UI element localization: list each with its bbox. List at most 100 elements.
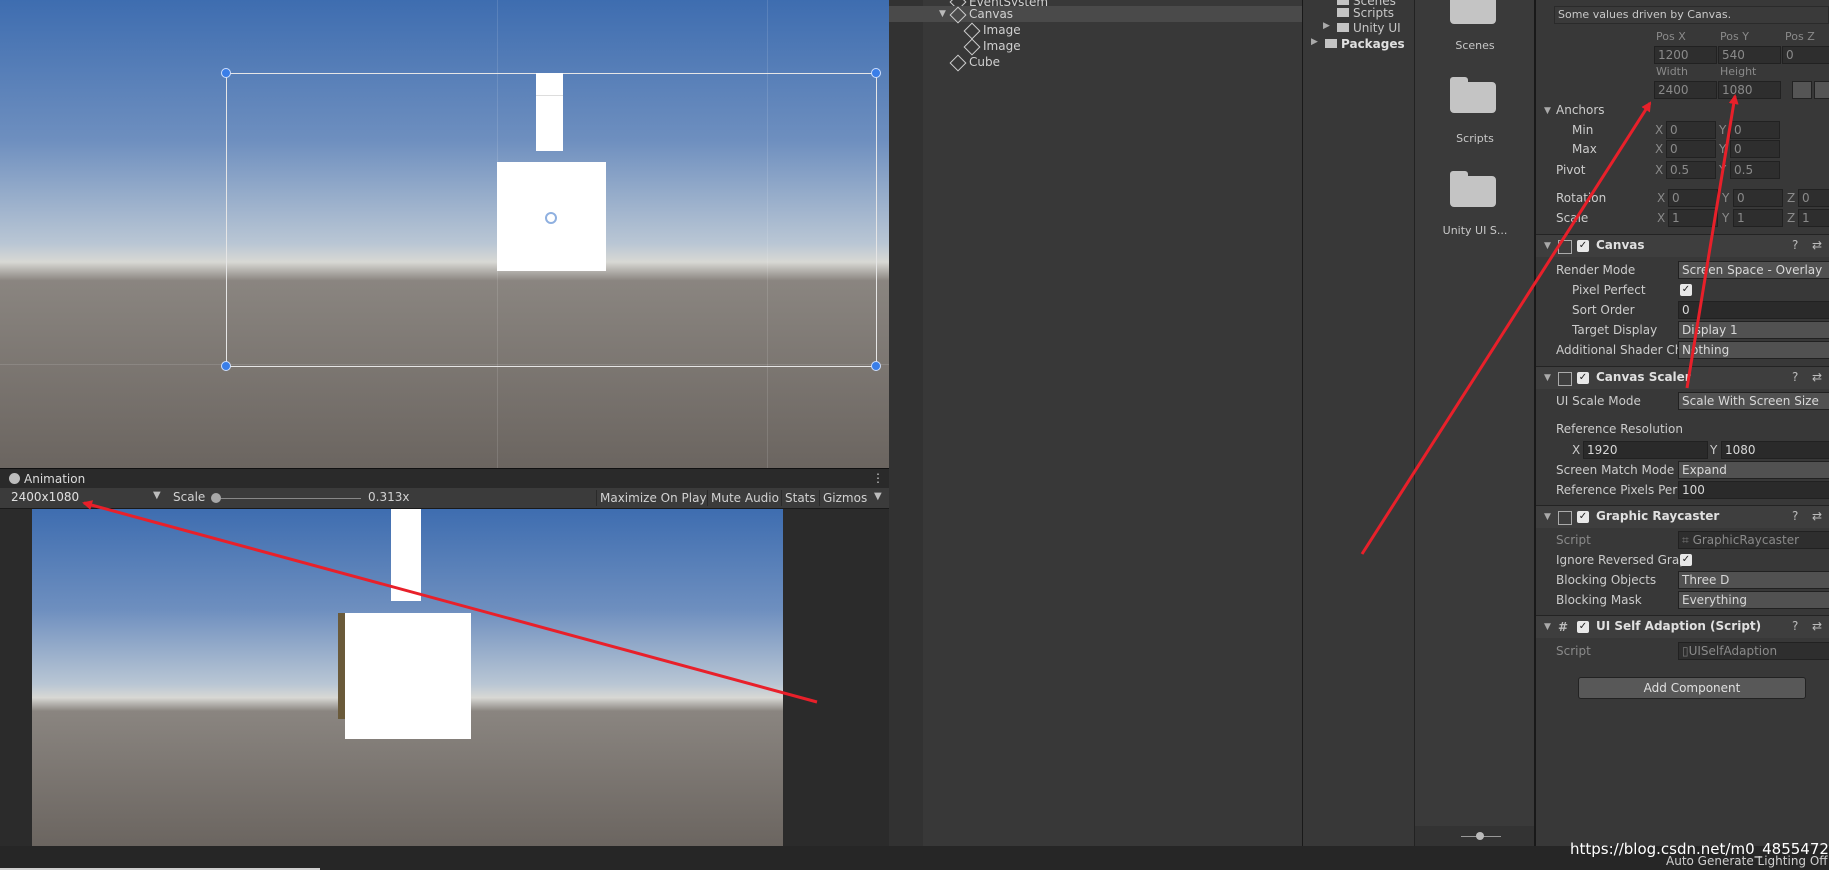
blocking-mask-label: Blocking Mask xyxy=(1556,593,1642,607)
pos-z-field[interactable]: 0 xyxy=(1782,46,1829,64)
reference-pixels-label: Reference Pixels Per xyxy=(1556,483,1678,497)
blocking-mask-dropdown[interactable]: Everything xyxy=(1678,591,1829,609)
height-field[interactable]: 1080 xyxy=(1718,81,1781,99)
additional-shader-label: Additional Shader Ch xyxy=(1556,343,1683,357)
gizmos-dropdown-icon[interactable]: ▼ xyxy=(874,491,882,502)
target-display-dropdown[interactable]: Display 1 xyxy=(1678,321,1829,339)
expand-triangle-icon[interactable]: ▶ xyxy=(1323,21,1330,31)
ui-self-adaption-component-header[interactable]: ▼ # ✓ UI Self Adaption (Script) ? ⇄ xyxy=(1536,615,1829,638)
reference-pixels-field[interactable]: 100 xyxy=(1678,481,1829,499)
anchor-min-x-field[interactable]: 0 xyxy=(1666,121,1716,139)
settings-icon[interactable]: ⇄ xyxy=(1812,619,1822,633)
pixel-perfect-checkbox[interactable]: ✓ xyxy=(1680,284,1692,296)
kebab-menu-icon[interactable]: ⋮ xyxy=(872,471,884,485)
anchor-min-y-field[interactable]: 0 xyxy=(1730,121,1780,139)
raycaster-script-field[interactable]: ⌗ GraphicRaycaster xyxy=(1678,531,1829,549)
reference-y-field[interactable]: 1080 xyxy=(1721,441,1829,459)
expand-triangle-icon[interactable]: ▼ xyxy=(939,6,946,22)
hierarchy-item-image[interactable]: Image xyxy=(889,22,1302,40)
blocking-objects-dropdown[interactable]: Three D xyxy=(1678,571,1829,589)
project-tree-item-unity-ui[interactable]: ▶ Unity UI Sa xyxy=(1323,21,1415,35)
game-view-toolbar: 2400x1080 ▼ Scale 0.313x Maximize On Pla… xyxy=(0,488,889,509)
chevron-down-icon[interactable]: ▼ xyxy=(153,490,161,501)
maximize-on-play-button[interactable]: Maximize On Play xyxy=(596,490,710,506)
help-icon[interactable]: ? xyxy=(1792,238,1798,252)
animation-tab-label[interactable]: Animation xyxy=(24,472,85,486)
reference-x-field[interactable]: 1920 xyxy=(1583,441,1708,459)
scale-y-field[interactable]: 1 xyxy=(1733,209,1783,227)
scale-slider-thumb[interactable] xyxy=(211,493,221,503)
canvas-enabled-checkbox[interactable]: ✓ xyxy=(1577,240,1589,252)
additional-shader-dropdown[interactable]: Nothing xyxy=(1678,341,1829,359)
render-mode-dropdown[interactable]: Screen Space - Overlay xyxy=(1678,261,1829,279)
scale-z-field[interactable]: 1 xyxy=(1798,209,1829,227)
expand-triangle-icon[interactable]: ▶ xyxy=(1311,37,1318,47)
expand-triangle-icon[interactable]: ▼ xyxy=(1544,512,1551,522)
help-icon[interactable]: ? xyxy=(1792,619,1798,633)
sort-order-field[interactable]: 0 xyxy=(1678,301,1829,319)
hierarchy-item-label: Cube xyxy=(969,55,1000,69)
zoom-slider-thumb[interactable] xyxy=(1476,832,1484,840)
resolution-dropdown[interactable]: 2400x1080 xyxy=(11,490,79,504)
expand-triangle-icon[interactable]: ▼ xyxy=(1544,622,1551,632)
mute-audio-button[interactable]: Mute Audio xyxy=(707,490,782,506)
add-component-button[interactable]: Add Component xyxy=(1578,677,1806,699)
script-icon: # xyxy=(1558,620,1569,634)
raw-edit-button[interactable] xyxy=(1814,81,1829,99)
rotation-z-field[interactable]: 0 xyxy=(1798,189,1829,207)
gameobject-icon xyxy=(949,54,967,72)
rect-handle-top-left[interactable] xyxy=(221,68,231,78)
ignore-reversed-checkbox[interactable]: ✓ xyxy=(1680,554,1692,566)
hierarchy-item-image[interactable]: Image xyxy=(889,38,1302,56)
pivot-x-field[interactable]: 0.5 xyxy=(1666,161,1716,179)
expand-triangle-icon[interactable]: ▼ xyxy=(1544,241,1551,251)
height-label: Height xyxy=(1720,65,1757,78)
game-view[interactable] xyxy=(32,509,783,846)
stats-button[interactable]: Stats xyxy=(781,490,819,506)
script-label: Script xyxy=(1556,533,1591,547)
pivot-y-field[interactable]: 0.5 xyxy=(1730,161,1780,179)
width-field[interactable]: 2400 xyxy=(1654,81,1717,99)
anchor-max-x-field[interactable]: 0 xyxy=(1666,140,1716,158)
blocking-objects-label: Blocking Objects xyxy=(1556,573,1657,587)
rect-handle-bottom-left[interactable] xyxy=(221,361,231,371)
scale-slider-track[interactable] xyxy=(213,498,361,499)
status-bar: https://blog.csdn.net/m0_48554728 Auto G… xyxy=(0,840,1829,870)
ui-self-adaption-enabled-checkbox[interactable]: ✓ xyxy=(1577,621,1589,633)
ui-scale-mode-dropdown[interactable]: Scale With Screen Size xyxy=(1678,392,1829,410)
graphic-raycaster-enabled-checkbox[interactable]: ✓ xyxy=(1577,511,1589,523)
scene-image-tall[interactable] xyxy=(536,73,563,151)
help-icon[interactable]: ? xyxy=(1792,509,1798,523)
pos-y-field[interactable]: 540 xyxy=(1718,46,1781,64)
rect-handle-bottom-right[interactable] xyxy=(871,361,881,371)
rotation-x-field[interactable]: 0 xyxy=(1668,189,1718,207)
scene-image-square[interactable] xyxy=(497,162,606,271)
pivot-icon[interactable] xyxy=(545,212,557,224)
hierarchy-item-cube[interactable]: Cube xyxy=(889,54,1302,72)
pos-x-field[interactable]: 1200 xyxy=(1654,46,1717,64)
settings-icon[interactable]: ⇄ xyxy=(1812,238,1822,252)
y-axis-label: Y xyxy=(1719,163,1727,177)
gizmos-button[interactable]: Gizmos xyxy=(819,490,871,506)
anchor-max-y-field[interactable]: 0 xyxy=(1730,140,1780,158)
ui-self-adaption-script-field[interactable]: ▯UISelfAdaption xyxy=(1678,642,1829,660)
help-icon[interactable]: ? xyxy=(1792,370,1798,384)
expand-triangle-icon[interactable]: ▼ xyxy=(1544,373,1551,383)
canvas-component-header[interactable]: ▼ ✓ Canvas ? ⇄ xyxy=(1536,234,1829,257)
y-axis-label: Y xyxy=(1722,191,1730,205)
scene-view[interactable] xyxy=(0,0,889,468)
blueprint-mode-button[interactable] xyxy=(1792,81,1812,99)
canvas-scaler-component-header[interactable]: ▼ ✓ Canvas Scaler ? ⇄ xyxy=(1536,366,1829,389)
settings-icon[interactable]: ⇄ xyxy=(1812,370,1822,384)
expand-triangle-icon[interactable]: ▼ xyxy=(1544,106,1551,116)
rotation-y-field[interactable]: 0 xyxy=(1733,189,1783,207)
hierarchy-item-canvas[interactable]: ▼ Canvas xyxy=(889,6,1302,24)
scale-x-field[interactable]: 1 xyxy=(1668,209,1718,227)
screen-match-mode-dropdown[interactable]: Expand xyxy=(1678,461,1829,479)
graphic-raycaster-component-header[interactable]: ▼ ✓ Graphic Raycaster ? ⇄ xyxy=(1536,505,1829,528)
ui-self-adaption-script-value: UISelfAdaption xyxy=(1688,644,1778,658)
canvas-scaler-enabled-checkbox[interactable]: ✓ xyxy=(1577,372,1589,384)
settings-icon[interactable]: ⇄ xyxy=(1812,509,1822,523)
rect-handle-top-right[interactable] xyxy=(871,68,881,78)
folder-icon xyxy=(1337,0,1349,5)
